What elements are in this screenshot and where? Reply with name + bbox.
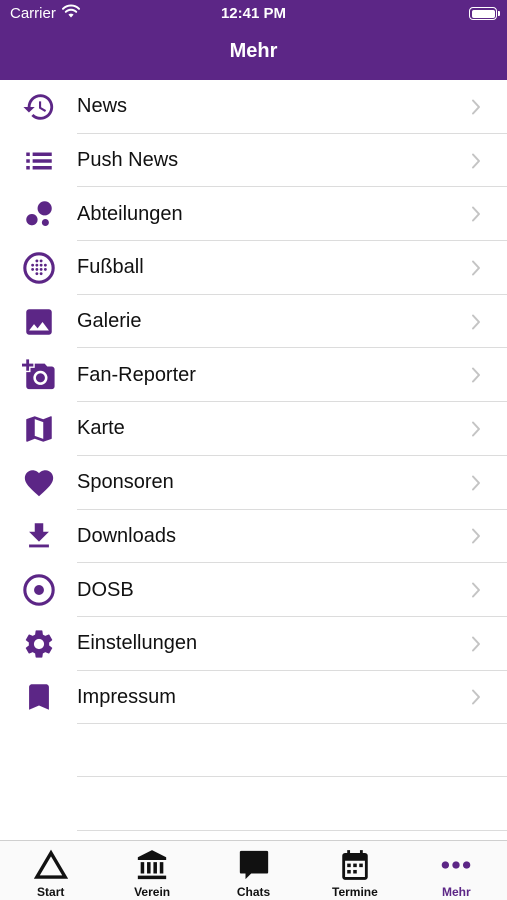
tab-start[interactable]: Start [0, 841, 101, 900]
menu-item-karte[interactable]: Karte [0, 402, 507, 456]
tab-verein[interactable]: Verein [101, 841, 202, 900]
menu-item-downloads[interactable]: Downloads [0, 510, 507, 564]
chevron-right-icon [472, 206, 480, 222]
triangle-icon [33, 847, 68, 883]
history-icon [22, 90, 56, 124]
menu-item-label: Einstellungen [77, 632, 198, 655]
tab-label: Verein [134, 885, 171, 899]
gear-icon [22, 627, 56, 661]
menu-item-sponsoren[interactable]: Sponsoren [0, 456, 507, 510]
menu-item-label: Sponsoren [77, 471, 174, 494]
chevron-right-icon [472, 153, 480, 169]
chevron-right-icon [472, 99, 480, 115]
add-camera-icon [22, 358, 56, 392]
menu-item-label: News [77, 95, 128, 118]
menu-item-dosb[interactable]: DOSB [0, 563, 507, 617]
download-icon [22, 519, 56, 553]
bookmark-icon [22, 680, 56, 714]
tab-mehr[interactable]: Mehr [406, 841, 507, 900]
chevron-right-icon [472, 528, 480, 544]
tab-bar: Start Verein Chats Termine Mehr [0, 840, 507, 900]
menu-item-label: Abteilungen [77, 202, 183, 225]
status-bar: Carrier 12:41 PM [0, 0, 507, 28]
menu-item-label: Downloads [77, 524, 176, 547]
menu-item-fan-reporter[interactable]: Fan-Reporter [0, 348, 507, 403]
menu-item-galerie[interactable]: Galerie [0, 295, 507, 349]
navigation-header: Carrier 12:41 PM Mehr [0, 0, 507, 80]
menu-item-label: DOSB [77, 578, 134, 601]
menu-item-label: Karte [77, 417, 125, 440]
tab-label: Termine [332, 885, 378, 899]
menu-item-news[interactable]: News [0, 80, 507, 134]
menu-item-fussball[interactable]: Fußball [0, 241, 507, 295]
bank-icon [135, 847, 169, 883]
menu-item-push-news[interactable]: Push News [0, 134, 507, 188]
list-icon [22, 144, 56, 178]
menu-item-impressum[interactable]: Impressum [0, 671, 507, 725]
menu-item-label: Impressum [77, 685, 176, 708]
chevron-right-icon [472, 367, 480, 383]
chevron-right-icon [472, 475, 480, 491]
target-icon [22, 573, 56, 607]
chevron-right-icon [472, 582, 480, 598]
menu-item-label: Push News [77, 149, 179, 172]
tab-label: Mehr [441, 885, 471, 899]
menu-item-einstellungen[interactable]: Einstellungen [0, 617, 507, 671]
tab-termine[interactable]: Termine [304, 841, 405, 900]
empty-row-separator [77, 776, 507, 777]
chevron-right-icon [472, 314, 480, 330]
empty-row-separator [77, 830, 507, 831]
chevron-right-icon [472, 260, 480, 276]
tab-chats[interactable]: Chats [203, 841, 304, 900]
menu-item-label: Fan-Reporter [77, 363, 196, 386]
chevron-right-icon [472, 636, 480, 652]
map-icon [22, 412, 56, 446]
chevron-right-icon [472, 689, 480, 705]
menu-list: News Push News Abteilungen Fußball Galer… [0, 80, 507, 725]
chevron-right-icon [472, 421, 480, 437]
bubbles-icon [22, 197, 56, 231]
menu-item-abteilungen[interactable]: Abteilungen [0, 187, 507, 242]
tab-label: Start [37, 885, 65, 899]
heart-icon [22, 466, 56, 500]
row-separator [77, 723, 507, 725]
page-title: Mehr [229, 40, 278, 62]
chat-icon [237, 847, 271, 883]
more-icon [439, 847, 473, 883]
battery-icon [469, 7, 500, 20]
calendar-icon [338, 847, 372, 883]
tab-label: Chats [236, 885, 271, 899]
football-icon [22, 251, 56, 285]
menu-item-label: Fußball [77, 256, 144, 279]
menu-item-label: Galerie [77, 310, 142, 333]
clock-time: 12:41 PM [220, 5, 287, 22]
image-icon [22, 305, 56, 339]
